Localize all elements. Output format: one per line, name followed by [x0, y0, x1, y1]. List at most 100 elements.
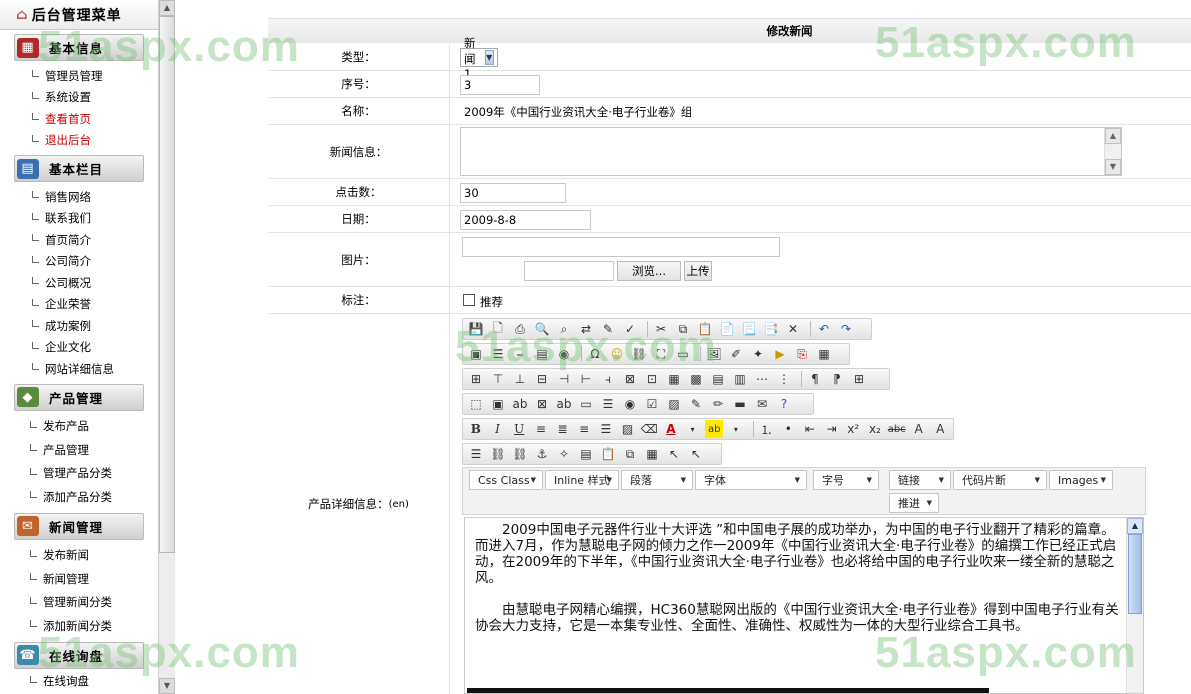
font-color-icon[interactable]: A	[662, 420, 680, 438]
button-icon[interactable]: ▭	[577, 395, 595, 413]
sidebar-item-manage-product[interactable]: 产品管理	[0, 438, 158, 462]
document-icon[interactable]: ▭	[674, 345, 692, 363]
replace-icon[interactable]: ⇄	[577, 320, 595, 338]
underline-icon[interactable]: U	[510, 420, 528, 438]
sidebar-item-add-news-category[interactable]: 添加新闻分类	[0, 614, 158, 638]
group-header-products[interactable]: ◆ 产品管理	[14, 383, 144, 411]
group-header-basic-info[interactable]: ▦ 基本信息	[14, 34, 144, 61]
cut-icon[interactable]: ✂	[652, 320, 670, 338]
sidebar-scrollbar[interactable]: ▲ ▼	[158, 0, 175, 694]
flash-icon[interactable]: ▤	[533, 345, 551, 363]
insert-image-icon[interactable]: 🖼	[705, 345, 723, 363]
fullscreen-icon[interactable]: ⛶	[652, 345, 670, 363]
text-field-icon[interactable]: ab	[511, 395, 529, 413]
sidebar-item-company-overview[interactable]: 公司概况	[0, 272, 158, 294]
new-document-icon[interactable]: 🗋	[489, 320, 507, 338]
remove-format-icon[interactable]: ✧	[555, 445, 573, 463]
bold-icon[interactable]: B	[467, 420, 485, 438]
chevron-down-icon[interactable]: ▾	[684, 420, 702, 438]
table-props-icon[interactable]: ▩	[687, 370, 705, 388]
marquee-icon[interactable]: ✎	[687, 395, 705, 413]
image-button-icon[interactable]: ▨	[665, 395, 683, 413]
template-icon[interactable]: ☰	[489, 345, 507, 363]
save-icon[interactable]: 💾	[467, 320, 485, 338]
images-select[interactable]: Images ▼	[1049, 470, 1113, 490]
date-input[interactable]: 2009-8-8	[460, 210, 591, 230]
chevron-down-icon[interactable]: ▾	[727, 420, 745, 438]
recommend-checkbox[interactable]	[463, 294, 475, 306]
column-width-icon[interactable]: ⋯	[753, 370, 771, 388]
paste-word-icon[interactable]: 📃	[740, 320, 758, 338]
group-header-basic-columns[interactable]: ▤ 基本栏目	[14, 155, 144, 182]
sidebar-item-contact[interactable]: 联系我们	[0, 208, 158, 230]
row-props-icon[interactable]: ▤	[709, 370, 727, 388]
background-color-icon[interactable]: ab	[705, 420, 724, 438]
upload-button[interactable]: 上传	[684, 261, 712, 281]
justify-icon[interactable]: ☰	[597, 420, 615, 438]
rtl-icon[interactable]: ⁋	[828, 370, 846, 388]
scroll-down-icon[interactable]: ▼	[159, 678, 175, 694]
copy-icon[interactable]: ⧉	[674, 320, 692, 338]
insert-row-before-icon[interactable]: ⊤	[489, 370, 507, 388]
insert-table-icon[interactable]: ⊞	[467, 370, 485, 388]
file-input[interactable]	[524, 261, 614, 281]
horizontal-line-icon[interactable]: ▬	[731, 395, 749, 413]
font-size-select[interactable]: 字号 ▼	[813, 470, 879, 490]
select-list-icon[interactable]: ☰	[599, 395, 617, 413]
sidebar-item-manage-product-category[interactable]: 管理产品分类	[0, 462, 158, 486]
help-icon[interactable]: ?	[775, 395, 793, 413]
font-size-decrease-icon[interactable]: A	[910, 420, 928, 438]
hidden-field-icon[interactable]: ⊠	[533, 395, 551, 413]
paste-html-icon[interactable]: 📑	[762, 320, 780, 338]
superscript-icon[interactable]: x²	[844, 420, 862, 438]
sidebar-item-cases[interactable]: 成功案例	[0, 315, 158, 337]
properties-icon[interactable]: ✉	[753, 395, 771, 413]
sidebar-item-admin[interactable]: 管理员管理	[0, 65, 158, 87]
pointer-icon[interactable]: ↖	[687, 445, 705, 463]
indent-icon[interactable]: ⇥	[823, 420, 841, 438]
media-icon[interactable]: ◉	[555, 345, 573, 363]
sidebar-item-online-inquiry[interactable]: 在线询盘	[0, 671, 158, 693]
strike-icon[interactable]: ▨	[619, 420, 637, 438]
show-grid-icon[interactable]: ▦	[643, 445, 661, 463]
insert-row-after-icon[interactable]: ⊥	[511, 370, 529, 388]
delete-icon[interactable]: ✕	[784, 320, 802, 338]
delete-row-icon[interactable]: ⊟	[533, 370, 551, 388]
highlight-icon[interactable]: ✏	[709, 395, 727, 413]
outdent-icon[interactable]: ⇤	[801, 420, 819, 438]
spellcheck-icon[interactable]: ✓	[621, 320, 639, 338]
textarea-icon[interactable]: ab	[555, 395, 573, 413]
scrollbar-thumb[interactable]	[159, 16, 175, 553]
align-right-icon[interactable]: ≡	[575, 420, 593, 438]
sidebar-item-sales-network[interactable]: 销售网络	[0, 186, 158, 208]
layer-icon[interactable]: ▣	[489, 395, 507, 413]
smiley-icon[interactable]: ☺	[608, 345, 626, 363]
sidebar-item-settings[interactable]: 系统设置	[0, 87, 158, 109]
image-path-input[interactable]	[462, 237, 780, 257]
radio-icon[interactable]: ◉	[621, 395, 639, 413]
textarea-scrollbar[interactable]: ▲ ▼	[1104, 128, 1121, 175]
paste-icon[interactable]: 📋	[696, 320, 714, 338]
scrollbar-thumb[interactable]	[1128, 534, 1142, 614]
ltr-icon[interactable]: ¶	[806, 370, 824, 388]
insert-column-before-icon[interactable]: ⊣	[555, 370, 573, 388]
clean-icon[interactable]: ✎	[599, 320, 617, 338]
link-manager-icon[interactable]: ⛓	[630, 345, 648, 363]
print-icon[interactable]: ⎙	[511, 320, 529, 338]
font-select[interactable]: 字体 ▼	[695, 470, 807, 490]
scroll-up-icon[interactable]: ▲	[1127, 518, 1143, 534]
sidebar-item-site-details[interactable]: 网站详细信息	[0, 358, 158, 380]
redo-icon[interactable]: ↷	[837, 320, 855, 338]
align-left-icon[interactable]: ≡	[532, 420, 550, 438]
sidebar-item-publish-news[interactable]: 发布新闻	[0, 544, 158, 568]
sidebar-item-honors[interactable]: 企业荣誉	[0, 294, 158, 316]
news-info-textarea[interactable]: ▲ ▼	[460, 127, 1122, 176]
row-height-icon[interactable]: ⋮	[775, 370, 793, 388]
italic-icon[interactable]: I	[489, 420, 507, 438]
media-player-icon[interactable]: ▶	[771, 345, 789, 363]
pdf-icon[interactable]: ⎘	[793, 345, 811, 363]
code-snippet-select[interactable]: 代码片断 ▼	[953, 470, 1047, 490]
checkbox-icon[interactable]: ☑	[643, 395, 661, 413]
name-input[interactable]: 2009年《中国行业资讯大全·电子行业卷》组	[460, 102, 692, 122]
undo-icon[interactable]: ↶	[815, 320, 833, 338]
